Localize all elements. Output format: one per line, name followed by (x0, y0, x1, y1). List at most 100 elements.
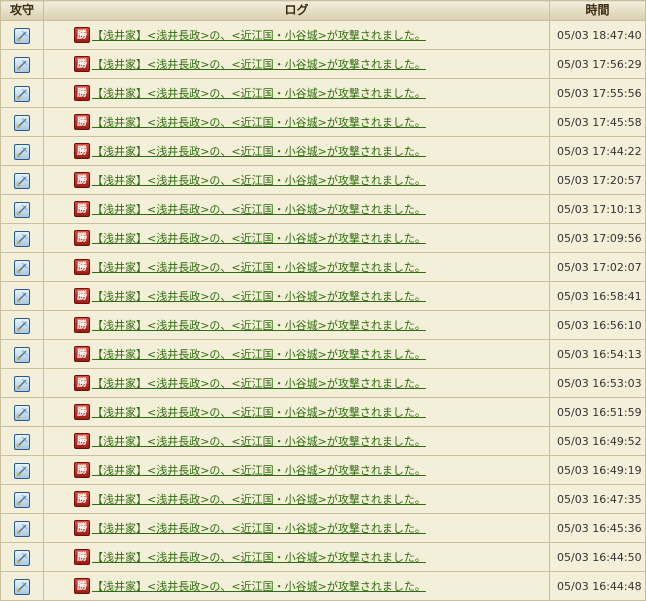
win-badge-icon: 勝 (74, 404, 90, 420)
table-row: 勝【浅井家】<浅井長政>の、<近江国・小谷城>が攻撃されました。 05/03 17… (0, 252, 646, 282)
log-cell: 勝【浅井家】<浅井長政>の、<近江国・小谷城>が攻撃されました。 (43, 20, 550, 50)
sword-attack-icon[interactable] (14, 347, 30, 363)
attack-defense-cell (0, 513, 44, 543)
sword-attack-icon[interactable] (14, 231, 30, 247)
log-cell: 勝【浅井家】<浅井長政>の、<近江国・小谷城>が攻撃されました。 (43, 165, 550, 195)
log-message-link[interactable]: 【浅井家】<浅井長政>の、<近江国・小谷城>が攻撃されました。 (92, 493, 426, 506)
attack-defense-cell (0, 78, 44, 108)
log-message-link[interactable]: 【浅井家】<浅井長政>の、<近江国・小谷城>が攻撃されました。 (92, 203, 426, 216)
win-badge-icon: 勝 (74, 230, 90, 246)
table-row: 勝【浅井家】<浅井長政>の、<近江国・小谷城>が攻撃されました。 05/03 16… (0, 339, 646, 369)
table-row: 勝【浅井家】<浅井長政>の、<近江国・小谷城>が攻撃されました。 05/03 17… (0, 223, 646, 253)
sword-attack-icon[interactable] (14, 376, 30, 392)
sword-attack-icon[interactable] (14, 521, 30, 537)
sword-attack-icon[interactable] (14, 405, 30, 421)
log-cell: 勝【浅井家】<浅井長政>の、<近江国・小谷城>が攻撃されました。 (43, 484, 550, 514)
sword-attack-icon[interactable] (14, 434, 30, 450)
log-message-link[interactable]: 【浅井家】<浅井長政>の、<近江国・小谷城>が攻撃されました。 (92, 29, 426, 42)
sword-attack-icon[interactable] (14, 115, 30, 131)
log-message-link[interactable]: 【浅井家】<浅井長政>の、<近江国・小谷城>が攻撃されました。 (92, 58, 426, 71)
win-badge-icon: 勝 (74, 520, 90, 536)
log-message-link[interactable]: 【浅井家】<浅井長政>の、<近江国・小谷城>が攻撃されました。 (92, 290, 426, 303)
log-message-link[interactable]: 【浅井家】<浅井長政>の、<近江国・小谷城>が攻撃されました。 (92, 348, 426, 361)
win-badge-icon: 勝 (74, 56, 90, 72)
time-cell: 05/03 17:55:56 (549, 78, 646, 108)
attack-defense-cell (0, 571, 44, 601)
battle-log-table: 攻守 ログ 時間 勝【浅井家】<浅井長政>の、<近江国・小谷城>が攻撃されました… (0, 0, 646, 601)
time-cell: 05/03 17:10:13 (549, 194, 646, 224)
time-cell: 05/03 18:47:40 (549, 20, 646, 50)
log-message-link[interactable]: 【浅井家】<浅井長政>の、<近江国・小谷城>が攻撃されました。 (92, 377, 426, 390)
log-message-link[interactable]: 【浅井家】<浅井長政>の、<近江国・小谷城>が攻撃されました。 (92, 435, 426, 448)
sword-attack-icon[interactable] (14, 173, 30, 189)
sword-attack-icon[interactable] (14, 550, 30, 566)
log-cell: 勝【浅井家】<浅井長政>の、<近江国・小谷城>が攻撃されました。 (43, 426, 550, 456)
sword-attack-icon[interactable] (14, 86, 30, 102)
win-badge-icon: 勝 (74, 259, 90, 275)
log-message-link[interactable]: 【浅井家】<浅井長政>の、<近江国・小谷城>が攻撃されました。 (92, 116, 426, 129)
attack-defense-cell (0, 368, 44, 398)
win-badge-icon: 勝 (74, 288, 90, 304)
log-cell: 勝【浅井家】<浅井長政>の、<近江国・小谷城>が攻撃されました。 (43, 513, 550, 543)
time-cell: 05/03 16:53:03 (549, 368, 646, 398)
sword-attack-icon[interactable] (14, 579, 30, 595)
win-badge-icon: 勝 (74, 491, 90, 507)
win-badge-icon: 勝 (74, 143, 90, 159)
log-message-link[interactable]: 【浅井家】<浅井長政>の、<近江国・小谷城>が攻撃されました。 (92, 145, 426, 158)
win-badge-icon: 勝 (74, 201, 90, 217)
table-body: 勝【浅井家】<浅井長政>の、<近江国・小谷城>が攻撃されました。 05/03 18… (0, 20, 646, 601)
win-badge-icon: 勝 (74, 114, 90, 130)
attack-defense-cell (0, 455, 44, 485)
win-badge-icon: 勝 (74, 549, 90, 565)
sword-attack-icon[interactable] (14, 463, 30, 479)
time-cell: 05/03 17:45:58 (549, 107, 646, 137)
log-cell: 勝【浅井家】<浅井長政>の、<近江国・小谷城>が攻撃されました。 (43, 194, 550, 224)
log-message-link[interactable]: 【浅井家】<浅井長政>の、<近江国・小谷城>が攻撃されました。 (92, 551, 426, 564)
log-message-link[interactable]: 【浅井家】<浅井長政>の、<近江国・小谷城>が攻撃されました。 (92, 522, 426, 535)
attack-defense-cell (0, 281, 44, 311)
sword-attack-icon[interactable] (14, 260, 30, 276)
log-message-link[interactable]: 【浅井家】<浅井長政>の、<近江国・小谷城>が攻撃されました。 (92, 87, 426, 100)
table-row: 勝【浅井家】<浅井長政>の、<近江国・小谷城>が攻撃されました。 05/03 16… (0, 571, 646, 601)
log-message-link[interactable]: 【浅井家】<浅井長政>の、<近江国・小谷城>が攻撃されました。 (92, 174, 426, 187)
attack-defense-cell (0, 339, 44, 369)
sword-attack-icon[interactable] (14, 57, 30, 73)
attack-defense-cell (0, 223, 44, 253)
win-badge-icon: 勝 (74, 317, 90, 333)
time-cell: 05/03 16:49:52 (549, 426, 646, 456)
log-cell: 勝【浅井家】<浅井長政>の、<近江国・小谷城>が攻撃されました。 (43, 571, 550, 601)
log-cell: 勝【浅井家】<浅井長政>の、<近江国・小谷城>が攻撃されました。 (43, 78, 550, 108)
log-cell: 勝【浅井家】<浅井長政>の、<近江国・小谷城>が攻撃されました。 (43, 310, 550, 340)
log-cell: 勝【浅井家】<浅井長政>の、<近江国・小谷城>が攻撃されました。 (43, 397, 550, 427)
table-row: 勝【浅井家】<浅井長政>の、<近江国・小谷城>が攻撃されました。 05/03 16… (0, 397, 646, 427)
win-badge-icon: 勝 (74, 433, 90, 449)
attack-defense-cell (0, 542, 44, 572)
time-cell: 05/03 16:44:50 (549, 542, 646, 572)
attack-defense-cell (0, 165, 44, 195)
log-cell: 勝【浅井家】<浅井長政>の、<近江国・小谷城>が攻撃されました。 (43, 107, 550, 137)
attack-defense-cell (0, 397, 44, 427)
table-row: 勝【浅井家】<浅井長政>の、<近江国・小谷城>が攻撃されました。 05/03 17… (0, 78, 646, 108)
table-row: 勝【浅井家】<浅井長政>の、<近江国・小谷城>が攻撃されました。 05/03 16… (0, 455, 646, 485)
log-message-link[interactable]: 【浅井家】<浅井長政>の、<近江国・小谷城>が攻撃されました。 (92, 406, 426, 419)
sword-attack-icon[interactable] (14, 28, 30, 44)
time-cell: 05/03 17:44:22 (549, 136, 646, 166)
time-cell: 05/03 16:51:59 (549, 397, 646, 427)
table-row: 勝【浅井家】<浅井長政>の、<近江国・小谷城>が攻撃されました。 05/03 16… (0, 513, 646, 543)
log-message-link[interactable]: 【浅井家】<浅井長政>の、<近江国・小谷城>が攻撃されました。 (92, 261, 426, 274)
attack-defense-cell (0, 107, 44, 137)
log-message-link[interactable]: 【浅井家】<浅井長政>の、<近江国・小谷城>が攻撃されました。 (92, 464, 426, 477)
sword-attack-icon[interactable] (14, 144, 30, 160)
time-cell: 05/03 16:56:10 (549, 310, 646, 340)
log-cell: 勝【浅井家】<浅井長政>の、<近江国・小谷城>が攻撃されました。 (43, 542, 550, 572)
sword-attack-icon[interactable] (14, 318, 30, 334)
log-cell: 勝【浅井家】<浅井長政>の、<近江国・小谷城>が攻撃されました。 (43, 49, 550, 79)
sword-attack-icon[interactable] (14, 202, 30, 218)
log-message-link[interactable]: 【浅井家】<浅井長政>の、<近江国・小谷城>が攻撃されました。 (92, 319, 426, 332)
attack-defense-cell (0, 310, 44, 340)
log-message-link[interactable]: 【浅井家】<浅井長政>の、<近江国・小谷城>が攻撃されました。 (92, 580, 426, 593)
log-message-link[interactable]: 【浅井家】<浅井長政>の、<近江国・小谷城>が攻撃されました。 (92, 232, 426, 245)
sword-attack-icon[interactable] (14, 289, 30, 305)
sword-attack-icon[interactable] (14, 492, 30, 508)
table-row: 勝【浅井家】<浅井長政>の、<近江国・小谷城>が攻撃されました。 05/03 17… (0, 194, 646, 224)
